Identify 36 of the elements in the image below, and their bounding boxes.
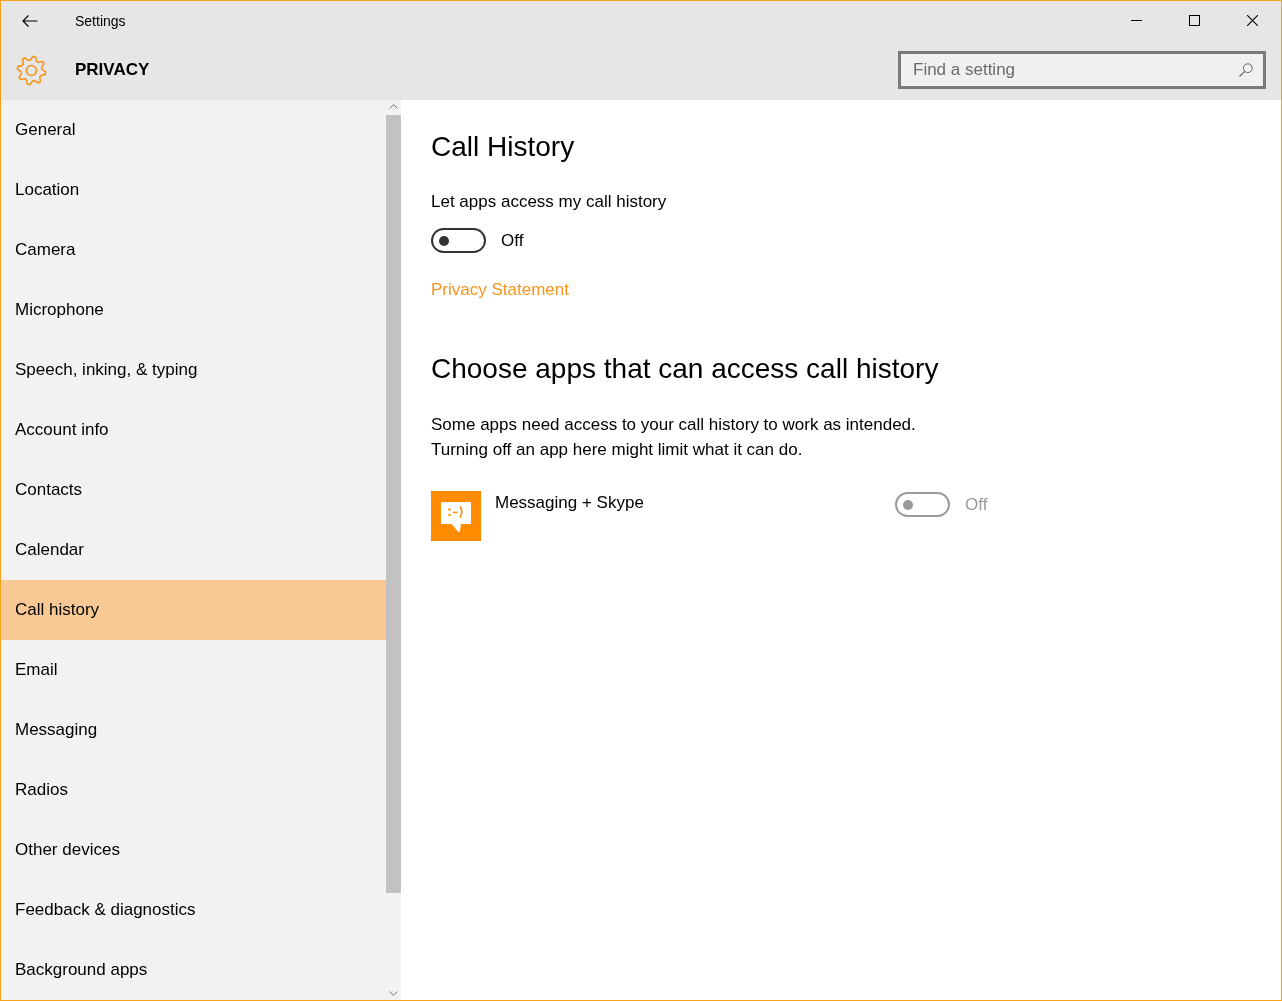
scrollbar-thumb[interactable] — [386, 115, 401, 893]
page-category-title: PRIVACY — [75, 60, 150, 80]
search-field[interactable]: Find a setting — [898, 51, 1266, 89]
section-title: Choose apps that can access call history — [431, 352, 939, 386]
toggle-state-label: Off — [965, 494, 988, 515]
back-arrow-icon — [22, 14, 38, 27]
window-title: Settings — [75, 12, 126, 29]
chevron-up-icon[interactable] — [389, 104, 398, 109]
app-name: Messaging + Skype — [495, 492, 645, 514]
sidebar-item[interactable]: General — [1, 100, 386, 160]
sidebar-item[interactable]: Camera — [1, 220, 386, 280]
chevron-down-icon[interactable] — [389, 991, 398, 996]
sidebar-item[interactable]: Other devices — [1, 820, 386, 880]
sidebar-item[interactable]: Calendar — [1, 520, 386, 580]
toggle-switch[interactable] — [431, 228, 486, 253]
sidebar-item[interactable]: Background apps — [1, 940, 386, 1000]
minimize-icon — [1130, 20, 1142, 21]
page-title: Call History — [431, 130, 575, 164]
sidebar-item[interactable]: Speech, inking, & typing — [1, 340, 386, 400]
setting-label: Let apps access my call history — [431, 191, 667, 213]
sidebar-item[interactable]: Location — [1, 160, 386, 220]
sidebar-item[interactable]: Call history — [1, 580, 386, 640]
sidebar-item[interactable]: Account info — [1, 400, 386, 460]
search-icon[interactable] — [1239, 63, 1253, 77]
settings-icon — [16, 54, 47, 86]
maximize-icon — [1188, 15, 1200, 26]
close-icon — [1246, 15, 1258, 26]
sidebar-item[interactable]: Radios — [1, 760, 386, 820]
speech-bubble-icon — [431, 491, 481, 541]
sidebar-item[interactable]: Feedback & diagnostics — [1, 880, 386, 940]
toggle-state-label: Off — [501, 230, 524, 251]
sidebar-item[interactable]: Messaging — [1, 700, 386, 760]
sidebar-item[interactable]: Contacts — [1, 460, 386, 520]
sidebar-item[interactable]: Microphone — [1, 280, 386, 340]
sidebar-item[interactable]: Email — [1, 640, 386, 700]
description-text: Some apps need access to your call history to work as intended. Turning off an app here might limit what it can do. — [431, 414, 916, 461]
